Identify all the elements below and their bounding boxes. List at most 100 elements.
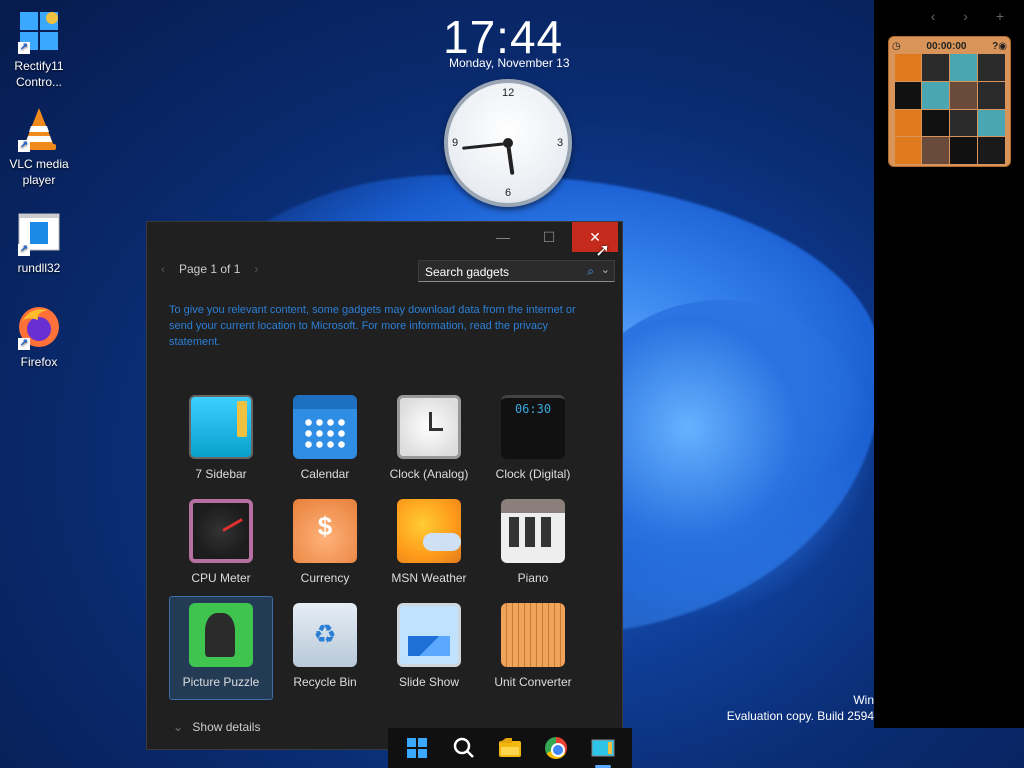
- prev-page-button[interactable]: ‹: [161, 262, 165, 276]
- maximize-button[interactable]: ☐: [526, 222, 572, 252]
- unit-converter-gadget-icon: [501, 603, 565, 667]
- puzzle-timer: 00:00:00: [926, 40, 967, 52]
- shortcut-arrow-icon: ↗: [18, 140, 30, 152]
- gadget-picture-puzzle[interactable]: Picture Puzzle: [169, 596, 273, 700]
- chevron-down-icon[interactable]: ⌄: [601, 263, 610, 276]
- sidebar-controls[interactable]: ‹ › +: [931, 8, 1016, 24]
- gadgets-icon[interactable]: [587, 732, 619, 768]
- gadget-recycle-bin[interactable]: Recycle Bin: [273, 596, 377, 700]
- gadget-label: Recycle Bin: [293, 675, 357, 689]
- gadget-label: MSN Weather: [391, 571, 467, 585]
- chrome-icon[interactable]: [540, 732, 572, 764]
- gadget-label: Slide Show: [398, 675, 460, 689]
- gadget-calendar[interactable]: Calendar: [273, 388, 377, 492]
- gadget-currency[interactable]: $ Currency: [273, 492, 377, 596]
- gadget-msn-weather[interactable]: MSN Weather: [377, 492, 481, 596]
- puzzle-tile[interactable]: [922, 54, 949, 81]
- puzzle-tile[interactable]: [950, 109, 977, 137]
- gadgets-gallery-window: — ☐ ✕ ➚ ‹ Page 1 of 1 › Search gadgets ⌕…: [146, 221, 623, 750]
- rundll32-icon: ↗: [16, 210, 62, 256]
- calendar-gadget-icon: [293, 395, 357, 459]
- puzzle-tile[interactable]: [950, 54, 977, 81]
- picture-puzzle-gadget[interactable]: ◷ 00:00:00 ?◉: [888, 36, 1011, 167]
- puzzle-tile[interactable]: [922, 81, 949, 109]
- weather-gadget-icon: [397, 499, 461, 563]
- desktop-icon-label: VLC media player: [9, 157, 69, 187]
- gadget-label: Calendar: [300, 467, 350, 481]
- desktop-icon-rundll32[interactable]: ↗ rundll32: [4, 210, 74, 276]
- gadget-7-sidebar[interactable]: 7 Sidebar: [169, 388, 273, 492]
- desktop-icon-label: Firefox: [20, 355, 58, 369]
- desktop-icon-label: Rectify11 Contro...: [14, 59, 64, 89]
- gadget-label: Picture Puzzle: [182, 675, 260, 689]
- dial-12: 12: [502, 87, 515, 99]
- gadget-grid: 7 Sidebar Calendar Clock (Analog) 06:30 …: [169, 388, 585, 700]
- mouse-cursor-icon: ➚: [595, 240, 611, 260]
- gadget-label: Clock (Analog): [389, 467, 469, 481]
- puzzle-tile[interactable]: [894, 109, 922, 137]
- privacy-info-link[interactable]: To give you relevant content, some gadge…: [169, 302, 599, 350]
- gadget-slide-show[interactable]: Slide Show: [377, 596, 481, 700]
- gadget-label: Unit Converter: [494, 675, 572, 689]
- chevron-down-icon: ⌄: [173, 720, 184, 734]
- vlc-icon: ↗: [16, 106, 62, 152]
- puzzle-help-icon[interactable]: ?◉: [992, 41, 1007, 52]
- piano-gadget-icon: [501, 499, 565, 563]
- minute-hand: [462, 141, 509, 150]
- puzzle-tile[interactable]: [950, 137, 977, 164]
- desktop-icon-label: rundll32: [17, 261, 61, 275]
- puzzle-tile[interactable]: [977, 109, 1005, 137]
- gadget-cpu-meter[interactable]: CPU Meter: [169, 492, 273, 596]
- recycle-bin-gadget-icon: [293, 603, 357, 667]
- gadget-label: CPU Meter: [191, 571, 251, 585]
- shortcut-arrow-icon: ↗: [18, 244, 30, 256]
- taskbar: [388, 728, 632, 768]
- start-icon[interactable]: [401, 732, 433, 764]
- puzzle-empty-tile: [977, 137, 1005, 164]
- puzzle-tile[interactable]: [950, 81, 977, 109]
- evaluation-watermark: Win Evaluation copy. Build 2594: [727, 692, 874, 724]
- shortcut-arrow-icon: ↗: [18, 42, 30, 54]
- title-bar[interactable]: — ☐ ✕: [147, 222, 622, 252]
- page-navigation: ‹ Page 1 of 1 ›: [161, 262, 258, 276]
- next-page-button[interactable]: ›: [254, 262, 258, 276]
- puzzle-tile[interactable]: [894, 81, 922, 109]
- gadget-clock-digital[interactable]: 06:30 Clock (Digital): [481, 388, 585, 492]
- minimize-button[interactable]: —: [480, 222, 526, 252]
- puzzle-grid[interactable]: [894, 54, 1005, 164]
- gadget-label: 7 Sidebar: [195, 467, 247, 481]
- gadget-unit-converter[interactable]: Unit Converter: [481, 596, 585, 700]
- puzzle-tile[interactable]: [977, 81, 1005, 109]
- digital-clock-gadget-icon: 06:30: [501, 395, 565, 459]
- gadget-label: Currency: [300, 571, 350, 585]
- puzzle-tile[interactable]: [977, 54, 1005, 81]
- picture-puzzle-gadget-icon: [189, 603, 253, 667]
- shortcut-arrow-icon: ↗: [18, 338, 30, 350]
- search-gadgets-input[interactable]: Search gadgets ⌕ ⌄: [418, 260, 615, 282]
- slide-show-gadget-icon: [397, 603, 461, 667]
- control-panel-icon: ↗: [16, 8, 62, 54]
- watermark-line1: Win: [853, 693, 874, 707]
- search-icon[interactable]: [448, 732, 480, 764]
- puzzle-tile[interactable]: [894, 137, 922, 164]
- puzzle-tile[interactable]: [922, 137, 949, 164]
- file-explorer-icon[interactable]: [494, 732, 526, 764]
- gadget-clock-analog[interactable]: Clock (Analog): [377, 388, 481, 492]
- desktop-icon-vlc[interactable]: ↗ VLC media player: [4, 106, 74, 188]
- desktop-icon-firefox[interactable]: ↗ Firefox: [4, 304, 74, 370]
- show-details-toggle[interactable]: ⌄ Show details: [173, 720, 260, 734]
- clock-center-pin: [503, 138, 513, 148]
- digital-clock-date: Monday, November 13: [449, 56, 570, 70]
- page-indicator: Page 1 of 1: [179, 262, 241, 276]
- analog-clock-gadget[interactable]: 12 3 6 9: [444, 79, 572, 207]
- sidebar-gadget-icon: [189, 395, 253, 459]
- desktop-icon-rectify11[interactable]: ↗ Rectify11 Contro...: [4, 8, 74, 90]
- puzzle-tile[interactable]: [894, 54, 922, 81]
- search-placeholder: Search gadgets: [425, 265, 510, 279]
- puzzle-clock-icon: ◷: [892, 40, 901, 52]
- show-details-label: Show details: [192, 720, 261, 734]
- gadget-piano[interactable]: Piano: [481, 492, 585, 596]
- puzzle-tile[interactable]: [922, 109, 949, 137]
- search-icon[interactable]: ⌕: [587, 264, 594, 279]
- watermark-line2: Evaluation copy. Build 2594: [726, 709, 874, 723]
